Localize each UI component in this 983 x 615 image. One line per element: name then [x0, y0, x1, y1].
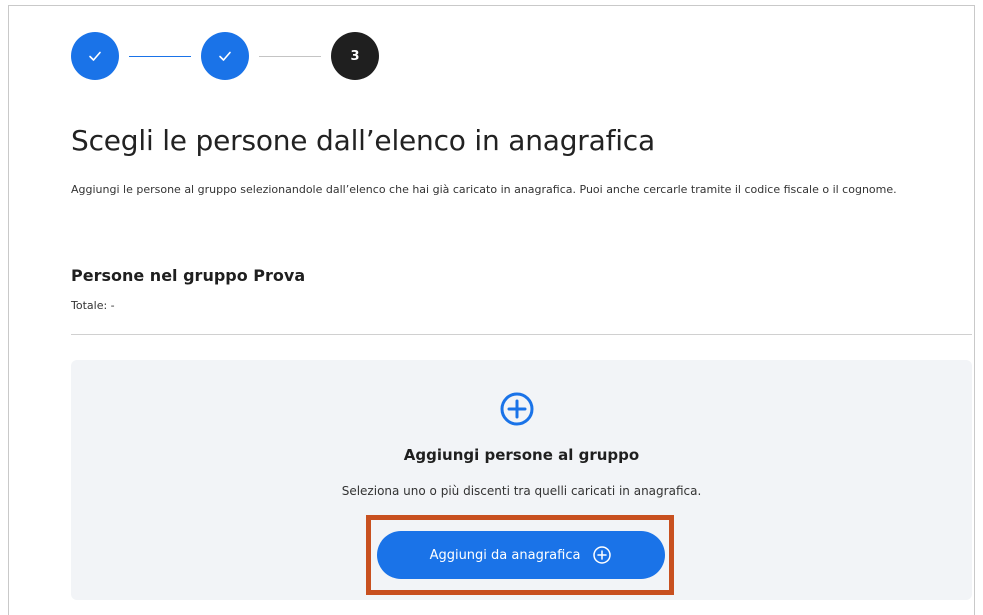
- step-connector-2: [259, 56, 321, 57]
- divider: [71, 334, 972, 335]
- check-icon: [89, 51, 101, 61]
- plus-circle-icon: [500, 392, 534, 426]
- empty-state-subtitle: Seleziona uno o più discenti tra quelli …: [341, 484, 702, 498]
- step-2-completed: [201, 32, 249, 80]
- empty-state-title: Aggiungi persone al gruppo: [403, 446, 640, 464]
- step-1-completed: [71, 32, 119, 80]
- page-title: Scegli le persone dall’elenco in anagraf…: [71, 124, 655, 157]
- highlight-annotation-box: [366, 515, 674, 595]
- step-connector-1: [129, 56, 191, 57]
- step-number: 3: [350, 48, 360, 64]
- group-title: Persone nel gruppo Prova: [71, 266, 306, 285]
- group-total: Totale: -: [71, 299, 115, 312]
- check-icon: [219, 51, 231, 61]
- step-3-current: 3: [331, 32, 379, 80]
- page-description: Aggiungi le persone al gruppo selezionan…: [71, 183, 897, 196]
